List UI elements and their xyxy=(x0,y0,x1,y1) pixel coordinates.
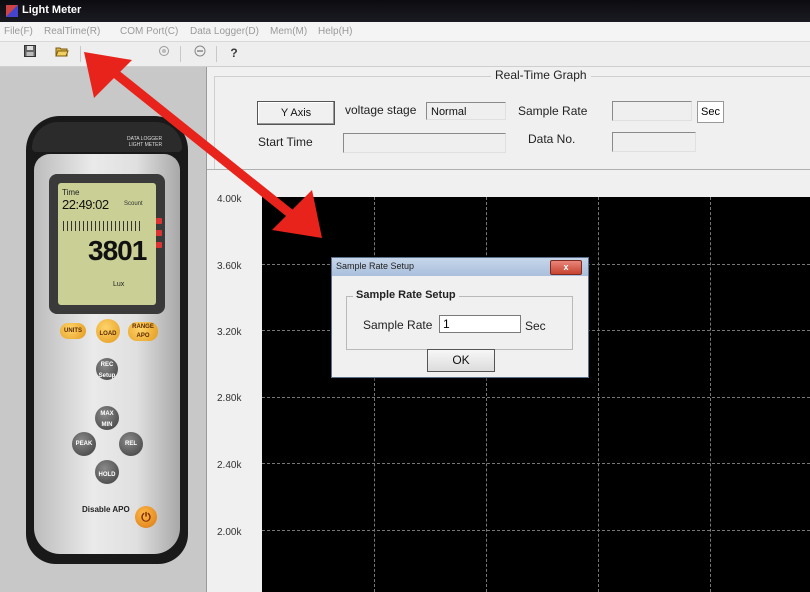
start-time-field[interactable] xyxy=(343,133,506,153)
y-tick-label: 3.60k xyxy=(217,261,242,272)
menu-bar: File(F) RealTime(R) COM Port(C) Data Log… xyxy=(0,22,810,42)
indicator-led xyxy=(156,242,162,248)
device-brand: DATA LOGGER LIGHT METER xyxy=(127,136,163,148)
lcd-bargraph xyxy=(63,221,143,231)
window-title: Light Meter xyxy=(22,4,82,16)
menu-help[interactable]: Help(H) xyxy=(318,26,352,37)
rec-setup-key: REC Setup xyxy=(96,358,118,380)
menu-realtime[interactable]: RealTime(R) xyxy=(44,26,100,37)
peak-key: PEAK xyxy=(72,432,96,456)
voltage-stage-field[interactable]: Normal xyxy=(426,102,506,120)
y-tick-label: 3.20k xyxy=(217,327,242,338)
y-tick-label: 2.80k xyxy=(217,393,242,404)
grid-line xyxy=(262,397,810,398)
units-key: UNITS xyxy=(60,323,86,339)
divider xyxy=(207,169,810,170)
stop-icon[interactable] xyxy=(190,44,210,63)
lcd-screen: Time 22:49:02 Scount 3801 Lux xyxy=(58,183,156,305)
indicator-led xyxy=(156,218,162,224)
power-key: ⏻ xyxy=(135,506,157,528)
data-no-label: Data No. xyxy=(528,132,576,146)
menu-com-port[interactable]: COM Port(C) xyxy=(120,26,178,37)
lcd-reading: 3801 xyxy=(88,235,147,266)
dialog-group-title: Sample Rate Setup xyxy=(353,289,459,301)
dialog-sample-rate-label: Sample Rate xyxy=(363,318,433,332)
voltage-stage-label: voltage stage xyxy=(345,103,417,117)
data-no-field[interactable] xyxy=(612,132,696,152)
rel-key: REL xyxy=(119,432,143,456)
menu-data-logger[interactable]: Data Logger(D) xyxy=(190,26,259,37)
dialog-title-bar: Sample Rate Setup x xyxy=(332,258,588,276)
graph-settings-group: Real-Time Graph Y Axis voltage stage Nor… xyxy=(214,68,810,169)
sample-rate-label: Sample Rate xyxy=(518,104,588,118)
toolbar: ? xyxy=(0,42,810,67)
sample-rate-field[interactable] xyxy=(612,101,692,121)
app-icon xyxy=(6,5,18,17)
lcd-scount: Scount xyxy=(124,201,143,207)
grid-line xyxy=(710,197,711,592)
ok-button[interactable]: OK xyxy=(427,349,495,372)
menu-mem[interactable]: Mem(M) xyxy=(270,26,307,37)
light-meter-device: DATA LOGGER LIGHT METER Time 22:49:02 Sc… xyxy=(26,116,188,564)
dialog-title: Sample Rate Setup xyxy=(336,261,415,271)
close-icon[interactable]: x xyxy=(550,260,582,275)
graph-title: Real-Time Graph xyxy=(491,68,591,82)
device-top: DATA LOGGER LIGHT METER xyxy=(32,122,182,152)
grid-line xyxy=(598,197,599,592)
menu-file[interactable]: File(F) xyxy=(4,26,33,37)
y-axis-button[interactable]: Y Axis xyxy=(257,101,335,125)
sample-rate-unit: Sec xyxy=(697,101,724,123)
sample-rate-dialog: Sample Rate Setup x Sample Rate Setup Sa… xyxy=(331,257,589,378)
save-icon[interactable] xyxy=(20,44,40,63)
open-folder-icon[interactable] xyxy=(52,44,72,63)
load-key: LOAD xyxy=(96,319,120,343)
lcd-time-label: Time xyxy=(62,188,80,197)
help-icon[interactable]: ? xyxy=(224,44,244,63)
y-tick-label: 4.00k xyxy=(217,194,242,205)
grid-line xyxy=(262,463,810,464)
max-min-key: MAX MIN xyxy=(95,406,119,430)
range-apo-key: RANGE APO xyxy=(128,322,158,341)
lcd-time: 22:49:02 xyxy=(62,197,109,212)
dialog-unit-label: Sec xyxy=(525,319,546,333)
disable-apo-label: Disable APO xyxy=(82,505,130,514)
y-tick-label: 2.00k xyxy=(217,527,242,538)
grid-line xyxy=(262,530,810,531)
dialog-sample-rate-input[interactable] xyxy=(439,315,521,333)
title-bar: Light Meter xyxy=(0,0,810,22)
record-icon[interactable] xyxy=(154,44,174,63)
start-time-label: Start Time xyxy=(258,135,313,149)
y-tick-label: 2.40k xyxy=(217,460,242,471)
indicator-led xyxy=(156,230,162,236)
lcd-unit: Lux xyxy=(113,281,125,288)
hold-key: HOLD xyxy=(95,460,119,484)
